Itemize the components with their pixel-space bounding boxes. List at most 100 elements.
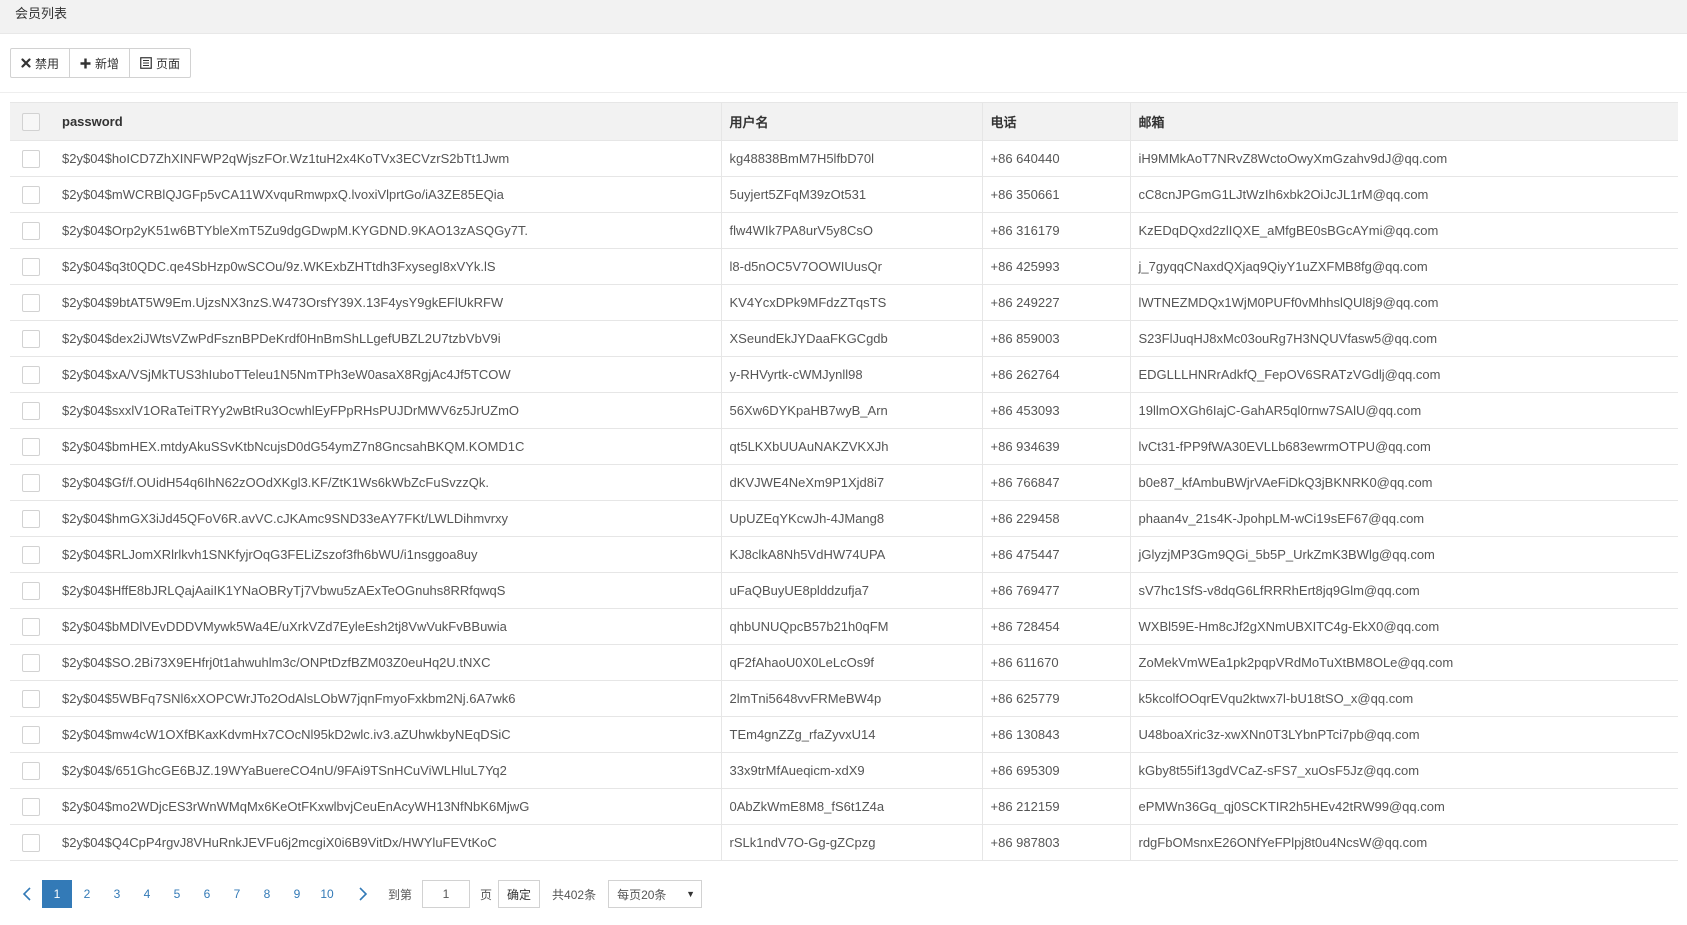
cell-phone: +86 316179 [982,212,1131,249]
cell-username: 2lmTni5648vvFRMeBW4p [721,680,983,717]
table-row[interactable]: $2y$04$Gf/f.OUidH54q6IhN62zOOdXKgl3.KF/Z… [10,464,1678,501]
table-row[interactable]: $2y$04$q3t0QDC.qe4SbHzp0wSCOu/9z.WKExbZH… [10,248,1678,285]
row-checkbox[interactable] [22,473,40,492]
table-row[interactable]: $2y$04$bmHEX.mtdyAkuSSvKtbNcujsD0dG54ymZ… [10,428,1678,465]
row-select-cell [10,464,54,501]
cell-username: qt5LKXbUUAuNAKZVKXJh [721,428,983,465]
cell-username: KV4YcxDPk9MFdzZTqsTS [721,284,983,321]
table-row[interactable]: $2y$04$Orp2yK51w6BTYbleXmT5Zu9dgGDwpM.KY… [10,212,1678,249]
row-checkbox[interactable] [22,797,40,816]
row-checkbox[interactable] [22,365,40,384]
next-page-button[interactable] [348,880,378,908]
row-checkbox[interactable] [22,329,40,348]
cell-phone: +86 212159 [982,788,1131,825]
row-checkbox[interactable] [22,689,40,708]
table-row[interactable]: $2y$04$HffE8bJRLQajAaiIK1YNaOBRyTj7Vbwu5… [10,572,1678,609]
page-number-5[interactable]: 5 [162,880,192,908]
chevron-left-icon [22,887,31,901]
table-row[interactable]: $2y$04$mw4cW1OXfBKaxKdvmHx7COcNl95kD2wlc… [10,716,1678,753]
cell-password: $2y$04$mo2WDjcES3rWnWMqMx6KeOtFKxwlbvjCe… [54,788,722,825]
cell-phone: +86 728454 [982,608,1131,645]
table-row[interactable]: $2y$04$SO.2Bi73X9EHfrj0t1ahwuhlm3c/ONPtD… [10,644,1678,681]
cell-password: $2y$04$sxxlV1ORaTeiTRYy2wBtRu3OcwhlEyFPp… [54,392,722,429]
page-button-label: 页面 [156,56,181,71]
disable-button[interactable]: 禁用 [10,48,71,78]
page-number-8[interactable]: 8 [252,880,282,908]
column-header-phone: 电话 [982,102,1131,141]
cell-password: $2y$04$dex2iJWtsVZwPdFsznBPDeKrdf0HnBmSh… [54,320,722,357]
cell-phone: +86 625779 [982,680,1131,717]
cell-username: 5uyjert5ZFqM39zOt531 [721,176,983,213]
row-checkbox[interactable] [22,149,40,168]
row-checkbox[interactable] [22,293,40,312]
row-checkbox[interactable] [22,401,40,420]
row-select-cell [10,428,54,465]
page-number-4[interactable]: 4 [132,880,162,908]
page-number-9[interactable]: 9 [282,880,312,908]
row-checkbox[interactable] [22,509,40,528]
cell-username: XSeundEkJYDaaFKGCgdb [721,320,983,357]
table-row[interactable]: $2y$04$sxxlV1ORaTeiTRYy2wBtRu3OcwhlEyFPp… [10,392,1678,429]
cell-phone: +86 766847 [982,464,1131,501]
row-checkbox[interactable] [22,833,40,852]
table-row[interactable]: $2y$04$9btAT5W9Em.UjzsNX3nzS.W473OrsfY39… [10,284,1678,321]
cell-password: $2y$04$mw4cW1OXfBKaxKdvmHx7COcNl95kD2wlc… [54,716,722,753]
row-checkbox[interactable] [22,761,40,780]
table-row[interactable]: $2y$04$5WBFq7SNl6xXOPCWrJTo2OdAlsLObW7jq… [10,680,1678,717]
row-checkbox[interactable] [22,437,40,456]
row-checkbox[interactable] [22,725,40,744]
row-checkbox[interactable] [22,221,40,240]
add-button[interactable]: 新增 [69,48,131,78]
table-row[interactable]: $2y$04$hmGX3iJd45QFoV6R.avVC.cJKAmc9SND3… [10,500,1678,537]
row-checkbox[interactable] [22,581,40,600]
table-row[interactable]: $2y$04$/651GhcGE6BJZ.19WYaBuereCO4nU/9FA… [10,752,1678,789]
disable-button-label: 禁用 [35,56,60,71]
row-checkbox[interactable] [22,617,40,636]
prev-page-button[interactable] [12,880,42,908]
cell-username: 56Xw6DYKpaHB7wyB_Arn [721,392,983,429]
row-select-cell [10,572,54,609]
per-page-select[interactable]: 每页20条 ▼ [608,880,703,908]
divider [0,92,1687,93]
cell-username: qF2fAhaoU0X0LeLcOs9f [721,644,983,681]
table-row[interactable]: $2y$04$Q4CpP4rgvJ8VHuRnkJEVFu6j2mcgiX0i6… [10,824,1678,861]
table-row[interactable]: $2y$04$xA/VSjMkTUS3hIuboTTeleu1N5NmTPh3e… [10,356,1678,393]
cell-phone: +86 769477 [982,572,1131,609]
table-row[interactable]: $2y$04$mWCRBlQJGFp5vCA11WXvquRmwpxQ.lvox… [10,176,1678,213]
row-select-cell [10,680,54,717]
table-row[interactable]: $2y$04$RLJomXRlrlkvh1SNKfyjrOqG3FELiZszo… [10,536,1678,573]
row-select-cell [10,356,54,393]
page-number-3[interactable]: 3 [102,880,132,908]
table-row[interactable]: $2y$04$bMDlVEvDDDVMywk5Wa4E/uXrkVZd7Eyle… [10,608,1678,645]
cell-password: $2y$04$bMDlVEvDDDVMywk5Wa4E/uXrkVZd7Eyle… [54,608,722,645]
table-row[interactable]: $2y$04$mo2WDjcES3rWnWMqMx6KeOtFKxwlbvjCe… [10,788,1678,825]
page-title-bar: 会员列表 [0,0,1687,34]
page-number-1[interactable]: 1 [42,880,72,908]
goto-page-input[interactable] [422,880,471,908]
cell-email: b0e87_kfAmbuBWjrVAeFiDkQ3jBKNRK0@qq.com [1130,464,1678,501]
row-checkbox[interactable] [22,185,40,204]
page-number-10[interactable]: 10 [312,880,342,908]
cell-password: $2y$04$hoICD7ZhXINFWP2qWjszFOr.Wz1tuH2x4… [54,140,722,177]
cell-username: kg48838BmM7H5lfbD70l [721,140,983,177]
cell-email: jGlyzjMP3Gm9QGi_5b5P_UrkZmK3BWlg@qq.com [1130,536,1678,573]
cell-password: $2y$04$Orp2yK51w6BTYbleXmT5Zu9dgGDwpM.KY… [54,212,722,249]
page-button[interactable]: 页面 [129,48,192,78]
row-checkbox[interactable] [22,653,40,672]
cell-username: dKVJWE4NeXm9P1Xjd8i7 [721,464,983,501]
cell-username: y-RHVyrtk-cWMJynll98 [721,356,983,393]
page-title: 会员列表 [15,6,68,21]
table-row[interactable]: $2y$04$hoICD7ZhXINFWP2qWjszFOr.Wz1tuH2x4… [10,140,1678,177]
row-checkbox[interactable] [22,545,40,564]
column-header-password: password [54,102,722,141]
cell-username: TEm4gnZZg_rfaZyvxU14 [721,716,983,753]
page-number-7[interactable]: 7 [222,880,252,908]
cell-password: $2y$04$xA/VSjMkTUS3hIuboTTeleu1N5NmTPh3e… [54,356,722,393]
select-all-checkbox[interactable] [22,112,40,131]
table-row[interactable]: $2y$04$dex2iJWtsVZwPdFsznBPDeKrdf0HnBmSh… [10,320,1678,357]
row-checkbox[interactable] [22,257,40,276]
page-number-2[interactable]: 2 [72,880,102,908]
goto-confirm-button[interactable]: 确定 [498,880,541,908]
plus-icon [80,58,91,69]
page-number-6[interactable]: 6 [192,880,222,908]
